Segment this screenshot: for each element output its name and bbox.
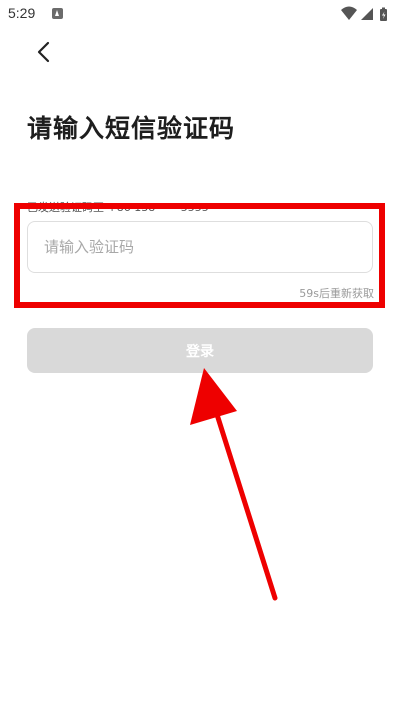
battery-icon — [380, 7, 387, 21]
chevron-left-icon — [37, 41, 50, 63]
back-button[interactable] — [28, 36, 60, 68]
wifi-icon — [341, 6, 357, 20]
verification-code-input[interactable] — [27, 221, 373, 273]
login-button[interactable]: 登录 — [27, 328, 373, 373]
status-indicators — [340, 6, 392, 22]
resend-countdown[interactable]: 59s后重新获取 — [299, 285, 374, 301]
status-bar: 5:29 — [0, 0, 400, 28]
status-time: 5:29 — [8, 5, 36, 21]
signal-icon — [361, 8, 373, 20]
page-title: 请输入短信验证码 — [27, 114, 236, 143]
app-notification-icon — [52, 8, 63, 19]
sent-to-text: 已发送验证码至 +86 138 ****5555 — [27, 201, 209, 214]
